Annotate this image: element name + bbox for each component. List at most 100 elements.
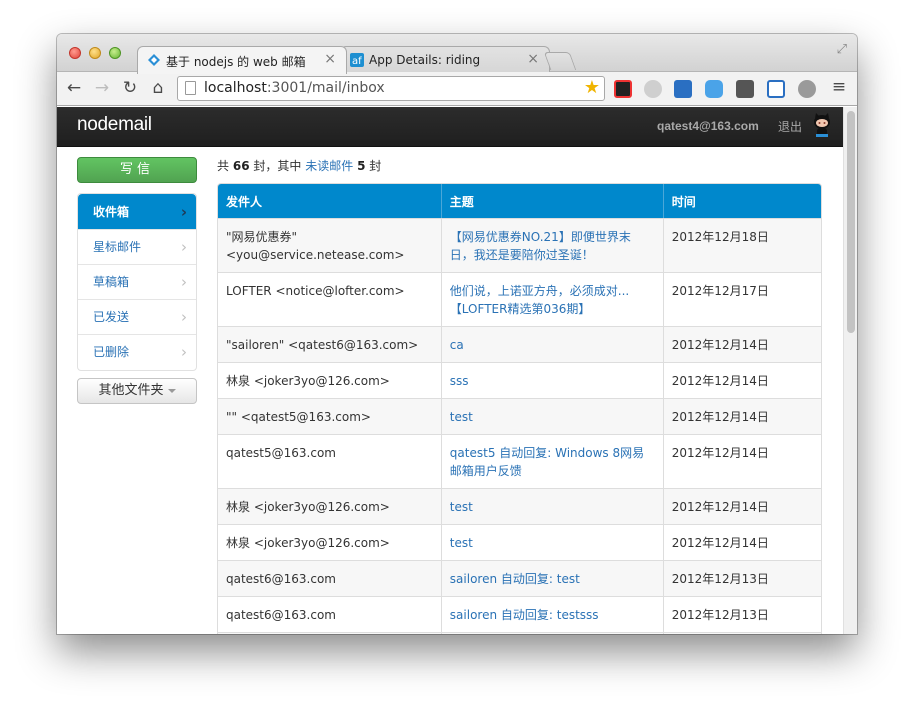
table-row[interactable]: qatest5@163.com qatest5 自动回复: Windows 8网易… [218, 434, 821, 488]
table-row[interactable]: 林泉 <joker3yo@126.com> test 2012年12月14日 [218, 524, 821, 560]
forward-icon[interactable]: → [91, 78, 113, 98]
summary-suffix: 封 [369, 159, 382, 173]
table-row[interactable]: LOFTER <notice@lofter.com> 他们说，上诺亚方舟，必须成对… [218, 272, 821, 326]
time-cell: 2012年12月17日 [663, 272, 821, 326]
compose-button[interactable]: 写信 [77, 157, 197, 183]
table-row[interactable]: qatest5@163.comsailoren 自动回复: test2012年1… [218, 632, 821, 634]
tab-bar: 基于 nodejs 的 web 邮箱 × af App Details: rid… [57, 34, 857, 74]
menu-icon[interactable]: ≡ [828, 77, 850, 97]
extension-s-icon[interactable] [614, 80, 632, 98]
time-cell: 2012年12月13日 [663, 560, 821, 596]
unread-count: 5 [357, 159, 366, 173]
other-folders-label: 其他文件夹 [98, 383, 164, 398]
brand-logo[interactable]: nodemail [77, 114, 152, 136]
tab-title: 基于 nodejs 的 web 邮箱 [166, 55, 306, 69]
time-cell: 2012年12月14日 [663, 524, 821, 560]
extension-download-icon[interactable] [674, 80, 692, 98]
time-cell: 2012年12月13日 [663, 632, 821, 634]
scrollbar-thumb[interactable] [847, 111, 855, 333]
octocat-avatar-icon[interactable] [811, 112, 833, 138]
bookmark-star-icon[interactable]: ★ [584, 77, 600, 98]
subject-cell[interactable]: test [441, 398, 664, 434]
user-email[interactable]: qatest4@163.com [657, 119, 759, 133]
minimize-window-button[interactable] [89, 47, 101, 59]
table-row[interactable]: qatest6@163.com sailoren 自动回复: test 2012年1… [218, 560, 821, 596]
chevron-right-icon: › [180, 203, 187, 221]
browser-window: 基于 nodejs 的 web 邮箱 × af App Details: rid… [57, 34, 857, 634]
sender-cell: qatest6@163.com [218, 560, 442, 596]
table-row[interactable]: "网易优惠券" <you@service.netease.com> 【网易优惠券N… [218, 218, 821, 272]
url-text: localhost:3001/mail/inbox [204, 80, 385, 96]
nodemail-favicon-icon [148, 54, 160, 66]
time-cell: 2012年12月14日 [663, 434, 821, 488]
folder-item[interactable]: 收件箱 › [78, 194, 196, 230]
folder-item[interactable]: 已发送 › [78, 300, 196, 335]
sender-cell: 林泉 <joker3yo@126.com> [218, 362, 442, 398]
mail-summary: 共 66 封，其中 未读邮件 5 封 [217, 157, 381, 174]
extension-hand-icon[interactable] [705, 80, 723, 98]
sender-cell: LOFTER <notice@lofter.com> [218, 272, 442, 326]
caret-down-icon [167, 388, 176, 393]
subject-cell[interactable]: ca [441, 326, 664, 362]
header-time: 时间 [663, 184, 821, 218]
other-folders-dropdown[interactable]: 其他文件夹 [77, 378, 197, 404]
time-cell: 2012年12月13日 [663, 596, 821, 632]
chevron-right-icon: › [181, 308, 187, 326]
subject-cell[interactable]: test [441, 524, 664, 560]
header-from: 发件人 [218, 184, 442, 218]
folder-nav: 收件箱 › 星标邮件 › 草稿箱 › 已发送 › 已删除 › [77, 193, 197, 371]
tab-close-icon[interactable]: × [324, 51, 336, 67]
table-row[interactable]: qatest6@163.com sailoren 自动回复: testsss 201… [218, 596, 821, 632]
sender-cell: qatest5@163.com [218, 434, 442, 488]
new-tab-button[interactable] [543, 52, 577, 70]
reload-icon[interactable]: ↻ [119, 78, 141, 98]
subject-cell[interactable]: sailoren 自动回复: test [441, 560, 664, 596]
sender-cell: qatest6@163.com [218, 596, 442, 632]
folder-label: 收件箱 [93, 205, 130, 219]
back-icon[interactable]: ← [63, 78, 85, 98]
table-row[interactable]: "sailoren" <qatest6@163.com> ca 2012年12月14… [218, 326, 821, 362]
fullscreen-icon[interactable]: ⤢ [837, 42, 847, 57]
extension-clipper-icon[interactable] [736, 80, 754, 98]
home-icon[interactable]: ⌂ [147, 78, 169, 98]
folder-label: 已发送 [93, 310, 130, 324]
subject-cell[interactable]: sss [441, 362, 664, 398]
subject-cell[interactable]: test [441, 488, 664, 524]
extension-globe-icon[interactable] [644, 80, 662, 98]
table-row[interactable]: "" <qatest5@163.com> test 2012年12月14日 [218, 398, 821, 434]
total-count: 66 [232, 159, 250, 173]
subject-cell[interactable]: sailoren 自动回复: testsss [441, 596, 664, 632]
page-viewport: nodemail qatest4@163.com 退出 写信 收件箱 › 星标邮件 ›… [57, 107, 843, 634]
unread-link[interactable]: 未读邮件 [305, 159, 353, 173]
tab-close-icon[interactable]: × [527, 51, 539, 67]
folder-label: 已删除 [93, 345, 130, 359]
chevron-right-icon: › [181, 343, 187, 361]
subject-cell[interactable]: 【网易优惠券NO.21】即便世界末日，我还是要陪你过圣诞！ [441, 218, 664, 272]
logout-link[interactable]: 退出 [778, 118, 802, 135]
table-header-row: 发件人 主题 时间 [218, 184, 821, 218]
header-subject: 主题 [441, 184, 664, 218]
tab-title: App Details: riding [369, 53, 481, 67]
tab-app-details[interactable]: af App Details: riding × [340, 46, 550, 73]
table-row[interactable]: 林泉 <joker3yo@126.com> sss 2012年12月14日 [218, 362, 821, 398]
folder-item[interactable]: 已删除 › [78, 335, 196, 370]
subject-cell[interactable]: 他们说，上诺亚方舟，必须成对...【LOFTER精选第036期】 [441, 272, 664, 326]
page-scrollbar[interactable] [843, 107, 857, 634]
extension-gear-icon[interactable] [798, 80, 816, 98]
tab-nodemail[interactable]: 基于 nodejs 的 web 邮箱 × [137, 46, 347, 74]
address-bar[interactable]: localhost:3001/mail/inbox ★ [177, 76, 605, 101]
folder-item[interactable]: 星标邮件 › [78, 230, 196, 265]
sender-cell: qatest5@163.com [218, 632, 442, 634]
folder-item[interactable]: 草稿箱 › [78, 265, 196, 300]
subject-cell[interactable]: sailoren 自动回复: test [441, 632, 664, 634]
sender-cell: "网易优惠券" <you@service.netease.com> [218, 218, 442, 272]
summary-prefix: 共 [217, 159, 230, 173]
chevron-right-icon: › [181, 273, 187, 291]
time-cell: 2012年12月14日 [663, 326, 821, 362]
extension-screen-icon[interactable] [767, 80, 785, 98]
table-row[interactable]: 林泉 <joker3yo@126.com> test 2012年12月14日 [218, 488, 821, 524]
subject-cell[interactable]: qatest5 自动回复: Windows 8网易邮箱用户反馈 [441, 434, 664, 488]
sender-cell: 林泉 <joker3yo@126.com> [218, 488, 442, 524]
zoom-window-button[interactable] [109, 47, 121, 59]
close-window-button[interactable] [69, 47, 81, 59]
